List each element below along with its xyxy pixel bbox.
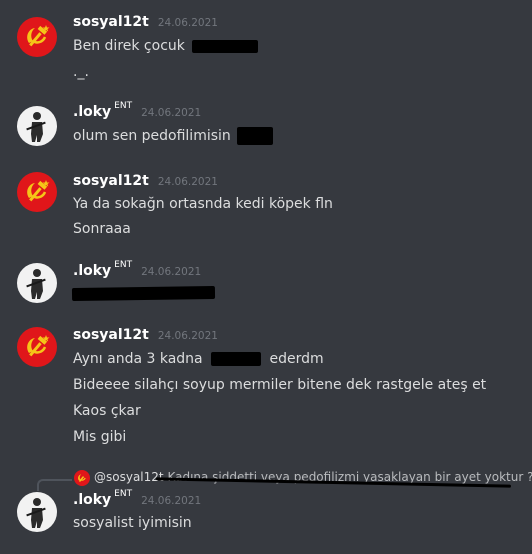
- redaction-bar: [211, 352, 262, 366]
- message-text: Ben direk çocuk: [73, 38, 185, 54]
- timestamp: 24.06.2021: [157, 17, 218, 29]
- user-tag: ENT: [114, 260, 133, 270]
- timestamp: 24.06.2021: [141, 266, 202, 278]
- hammer-sickle-icon: [27, 180, 50, 202]
- username[interactable]: sosyal12t: [73, 173, 149, 189]
- redaction-bar: [192, 39, 259, 53]
- hammer-sickle-icon: [27, 335, 50, 357]
- soldier-icon: [26, 112, 46, 142]
- message-line: Bideeee silahçı soyup mermiler bitene de…: [73, 377, 487, 393]
- message-line: sosyalist iyimisin: [73, 515, 192, 531]
- message-header: .loky ENT 24.06.2021: [73, 260, 202, 279]
- reply-spine: [37, 479, 72, 491]
- avatar[interactable]: [17, 172, 57, 212]
- soldier-icon: [26, 269, 46, 299]
- username[interactable]: .loky: [73, 104, 111, 120]
- username[interactable]: sosyal12t: [73, 327, 149, 343]
- message-text: ederdm: [269, 351, 324, 367]
- timestamp: 24.06.2021: [141, 107, 202, 119]
- soldier-icon: [26, 498, 46, 528]
- message-line: Ben direk çocuk: [73, 38, 259, 54]
- timestamp: 24.06.2021: [157, 330, 218, 342]
- avatar[interactable]: [17, 17, 57, 57]
- message-header: .loky ENT 24.06.2021: [73, 101, 202, 120]
- message-header: sosyal12t 24.06.2021: [73, 173, 218, 189]
- reply-reference[interactable]: @sosyal12t Kadına şiddetti veya pedofili…: [0, 466, 532, 492]
- message-line: Ya da sokağn ortasnda kedi köpek fln: [73, 196, 333, 212]
- message-line: olum sen pedofilimisin: [73, 127, 274, 145]
- message-line: Kaos çkar: [73, 403, 141, 419]
- message-line: Sonraaa: [73, 221, 131, 237]
- timestamp: 24.06.2021: [141, 495, 202, 507]
- hammer-sickle-icon: [78, 474, 86, 483]
- message-header: .loky ENT 24.06.2021: [73, 489, 202, 508]
- avatar[interactable]: [17, 106, 57, 146]
- message-text: olum sen pedofilimisin: [73, 128, 231, 144]
- username[interactable]: .loky: [73, 263, 111, 279]
- hammer-sickle-icon: [27, 25, 50, 47]
- username[interactable]: .loky: [73, 492, 111, 508]
- message-header: sosyal12t 24.06.2021: [73, 327, 218, 343]
- avatar[interactable]: [17, 327, 57, 367]
- avatar[interactable]: [17, 492, 57, 532]
- timestamp: 24.06.2021: [157, 176, 218, 188]
- username[interactable]: sosyal12t: [73, 14, 149, 30]
- user-tag: ENT: [114, 489, 133, 499]
- avatar[interactable]: [17, 263, 57, 303]
- redaction-bar: [237, 127, 274, 145]
- redaction-bar: [71, 286, 216, 301]
- reply-username[interactable]: @sosyal12t: [94, 470, 164, 484]
- reply-avatar: [74, 470, 90, 486]
- message-line: ._.: [73, 64, 89, 80]
- message-header: sosyal12t 24.06.2021: [73, 14, 218, 30]
- message-text: Aynı anda 3 kadna: [73, 351, 203, 367]
- message-line: Mis gibi: [73, 429, 127, 445]
- user-tag: ENT: [114, 101, 133, 111]
- message-line: Aynı anda 3 kadna ederdm: [73, 351, 324, 367]
